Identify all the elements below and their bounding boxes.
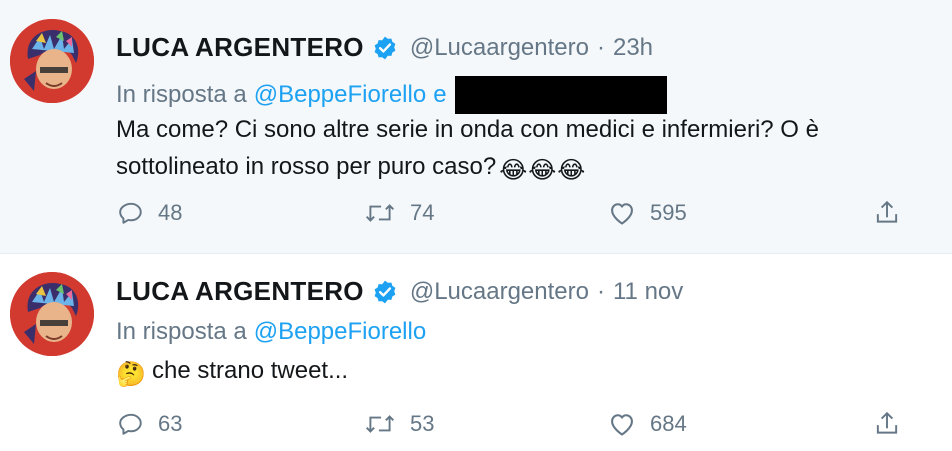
reply-button[interactable]: 63 — [118, 408, 182, 440]
tweet-text-line: Ma come? Ci sono altre serie in onda con… — [116, 116, 819, 143]
reply-context: In risposta a @BeppeFiorello — [116, 318, 426, 346]
tweet-timestamp[interactable]: 23h — [613, 34, 653, 62]
tweet-timestamp[interactable]: 11 nov — [613, 278, 683, 306]
tweet-card[interactable]: LUCA ARGENTERO @Lucaargentero · 11 nov I… — [0, 253, 952, 451]
share-button[interactable] — [874, 197, 900, 229]
mention-link[interactable]: @BeppeFiorello — [254, 81, 426, 109]
retweet-button[interactable]: 53 — [364, 408, 434, 440]
retweet-button[interactable]: 74 — [364, 197, 434, 229]
tweet-text-line: che strano tweet... — [152, 357, 349, 384]
tweet-card[interactable]: LUCA ARGENTERO @Lucaargentero · 23h In r… — [0, 0, 952, 253]
tweet-text: 🤔 che strano tweet... — [116, 352, 946, 389]
like-count: 595 — [650, 200, 687, 225]
mention-link[interactable]: @BeppeFiorello — [254, 318, 426, 346]
tweet-actions: 63 53 684 — [118, 408, 918, 440]
separator-dot: · — [596, 33, 605, 61]
reply-prefix: In risposta a — [116, 318, 247, 345]
redacted-block — [454, 76, 667, 114]
share-icon — [876, 200, 898, 223]
laughing-emoji-icon: 😂 — [499, 157, 528, 184]
verified-badge-icon — [372, 279, 398, 305]
tweet-header: LUCA ARGENTERO @Lucaargentero · 11 nov — [116, 276, 683, 307]
reply-icon — [119, 202, 142, 224]
thinking-emoji-icon: 🤔 — [116, 361, 146, 388]
tweet-actions: 48 74 595 — [118, 197, 918, 229]
reply-count: 63 — [158, 411, 183, 436]
laughing-emoji-icon: 😂 — [557, 157, 586, 184]
avatar[interactable] — [10, 272, 94, 356]
avatar[interactable] — [10, 19, 94, 103]
separator-dot: · — [596, 277, 605, 305]
tweet-feed: LUCA ARGENTERO @Lucaargentero · 23h In r… — [0, 0, 952, 451]
laughing-emoji-icon: 😂 — [528, 157, 557, 184]
tweet-text: Ma come? Ci sono altre serie in onda con… — [116, 111, 946, 185]
tweet-header: LUCA ARGENTERO @Lucaargentero · 23h — [116, 32, 653, 63]
author-handle[interactable]: @Lucaargentero — [410, 278, 589, 306]
retweet-icon — [365, 415, 395, 433]
retweet-count: 74 — [410, 200, 435, 225]
author-name[interactable]: LUCA ARGENTERO — [116, 276, 364, 307]
like-button[interactable]: 684 — [608, 408, 687, 440]
author-handle[interactable]: @Lucaargentero — [410, 34, 589, 62]
avatar-image — [10, 272, 94, 356]
share-button[interactable] — [874, 408, 900, 440]
heart-icon — [611, 203, 633, 225]
heart-icon — [611, 414, 633, 436]
like-count: 684 — [650, 411, 687, 436]
reply-context: In risposta a @BeppeFiorello e — [116, 76, 667, 114]
like-button[interactable]: 595 — [608, 197, 687, 229]
author-name[interactable]: LUCA ARGENTERO — [116, 32, 364, 63]
reply-count: 48 — [158, 200, 183, 225]
reply-and: e — [433, 81, 447, 108]
retweet-icon — [365, 204, 395, 222]
verified-badge-icon — [372, 35, 398, 61]
reply-prefix: In risposta a — [116, 81, 247, 108]
avatar-image — [10, 19, 94, 103]
tweet-text-line: sottolineato in rosso per puro caso? — [116, 153, 497, 180]
retweet-count: 53 — [410, 411, 435, 436]
reply-button[interactable]: 48 — [118, 197, 182, 229]
reply-icon — [119, 413, 142, 435]
share-icon — [876, 411, 898, 434]
